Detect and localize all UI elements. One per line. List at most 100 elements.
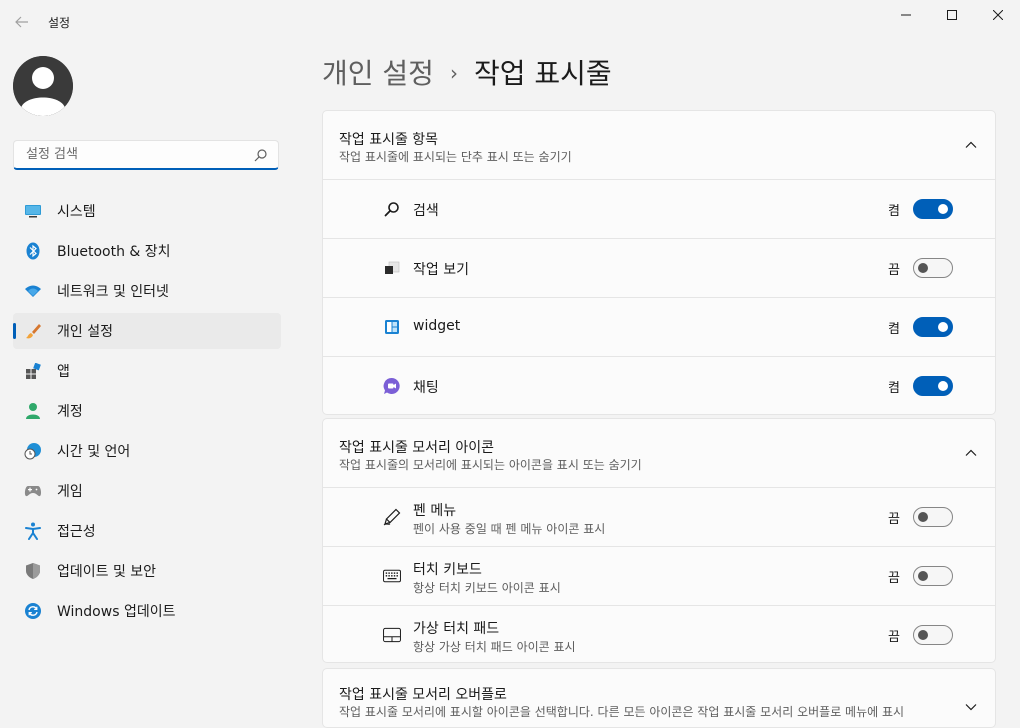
toggle-knob <box>918 512 928 522</box>
sidebar-item-accounts[interactable]: 계정 <box>13 393 281 429</box>
widgets-toggle[interactable] <box>913 317 953 337</box>
row-label: 검색 <box>413 203 439 219</box>
row-label: 채팅 <box>413 380 439 396</box>
sidebar-item-accessibility[interactable]: 접근성 <box>13 513 281 549</box>
corner-icon-virtual-touchpad: 가상 터치 패드 항상 가상 터치 패드 아이콘 표시 끔 <box>323 606 995 662</box>
sidebar-item-label: 업데이트 및 보안 <box>57 564 157 580</box>
pen-icon <box>383 508 401 526</box>
row-label: widget <box>413 318 461 334</box>
close-icon <box>993 10 1003 20</box>
breadcrumb-separator: › <box>449 61 458 85</box>
sidebar-item-windows-update[interactable]: Windows 업데이트 <box>13 593 281 629</box>
chevron-up-icon[interactable] <box>965 447 977 459</box>
search-input[interactable] <box>24 146 248 163</box>
sidebar-item-network[interactable]: 네트워크 및 인터넷 <box>13 273 281 309</box>
search-icon <box>383 200 401 218</box>
section-subtitle: 작업 표시줄에 표시되는 단추 표시 또는 숨기기 <box>339 150 572 164</box>
row-label: 펜 메뉴 <box>413 503 457 519</box>
chevron-up-icon[interactable] <box>965 139 977 151</box>
corner-icon-touch-keyboard: 터치 키보드 항상 터치 키보드 아이콘 표시 끔 <box>323 547 995 606</box>
sidebar-item-apps[interactable]: 앱 <box>13 353 281 389</box>
virtual-touchpad-toggle[interactable] <box>913 625 953 645</box>
sidebar-item-label: 개인 설정 <box>57 324 113 340</box>
person-icon <box>24 402 42 420</box>
corner-icons-section: 작업 표시줄 모서리 아이콘 작업 표시줄의 모서리에 표시되는 아이콘을 표시… <box>322 418 996 663</box>
taskbar-item-chat: 채팅 켬 <box>323 357 995 414</box>
row-description: 펜이 사용 중일 때 펜 메뉴 아이콘 표시 <box>413 522 606 536</box>
minimize-button[interactable] <box>883 0 929 30</box>
shield-icon <box>24 562 42 580</box>
apps-icon <box>24 362 42 380</box>
keyboard-icon <box>383 567 401 585</box>
sidebar-item-update-security[interactable]: 업데이트 및 보안 <box>13 553 281 589</box>
sidebar-item-label: 네트워크 및 인터넷 <box>57 284 169 300</box>
sidebar-item-time-language[interactable]: 시간 및 언어 <box>13 433 281 469</box>
app-title: 설정 <box>48 16 71 30</box>
sidebar-item-system[interactable]: 시스템 <box>13 193 281 229</box>
arrow-left-icon <box>15 16 28 28</box>
breadcrumb: 개인 설정 › 작업 표시줄 <box>322 52 612 92</box>
avatar[interactable] <box>13 56 73 116</box>
section-title: 작업 표시줄 모서리 오버플로 <box>339 687 507 703</box>
touch-keyboard-toggle[interactable] <box>913 566 953 586</box>
section-header[interactable]: 작업 표시줄 항목 작업 표시줄에 표시되는 단추 표시 또는 숨기기 <box>323 111 995 180</box>
chat-toggle[interactable] <box>913 376 953 396</box>
task-view-toggle[interactable] <box>913 258 953 278</box>
section-header[interactable]: 작업 표시줄 모서리 오버플로 작업 표시줄 모서리에 표시할 아이콘을 선택합… <box>323 669 995 727</box>
toggle-state-text: 켬 <box>888 204 900 219</box>
section-header[interactable]: 작업 표시줄 모서리 아이콘 작업 표시줄의 모서리에 표시되는 아이콘을 표시… <box>323 419 995 488</box>
pen-menu-toggle[interactable] <box>913 507 953 527</box>
search-icon[interactable] <box>254 148 268 162</box>
taskbar-item-widgets: widget 켬 <box>323 298 995 357</box>
toggle-knob <box>918 263 928 273</box>
clock-globe-icon <box>24 442 42 460</box>
title-bar: 설정 <box>0 0 1020 44</box>
row-description: 항상 터치 키보드 아이콘 표시 <box>413 581 561 595</box>
user-placeholder-icon <box>13 56 73 116</box>
monitor-icon <box>24 202 42 220</box>
section-title: 작업 표시줄 항목 <box>339 132 439 148</box>
toggle-state-text: 끔 <box>888 263 900 278</box>
corner-icon-pen-menu: 펜 메뉴 펜이 사용 중일 때 펜 메뉴 아이콘 표시 끔 <box>323 488 995 547</box>
sidebar-item-personalization[interactable]: 개인 설정 <box>13 313 281 349</box>
minimize-icon <box>901 14 911 16</box>
toggle-state-text: 끔 <box>888 512 900 527</box>
sidebar-item-label: 게임 <box>57 484 83 500</box>
section-subtitle: 작업 표시줄의 모서리에 표시되는 아이콘을 표시 또는 숨기기 <box>339 458 642 472</box>
sidebar-item-bluetooth[interactable]: Bluetooth & 장치 <box>13 233 281 269</box>
back-button[interactable] <box>8 8 36 36</box>
page-title: 작업 표시줄 <box>473 57 612 90</box>
sync-icon <box>24 602 42 620</box>
toggle-state-text: 끔 <box>888 630 900 645</box>
section-subtitle: 작업 표시줄 모서리에 표시할 아이콘을 선택합니다. 다른 모든 아이콘은 작… <box>339 705 905 719</box>
gamepad-icon <box>24 482 42 500</box>
sidebar-nav: 시스템 Bluetooth & 장치 네트워크 및 인터넷 개인 설정 앱 계정 <box>13 193 281 633</box>
chevron-down-icon[interactable] <box>965 701 977 713</box>
toggle-state-text: 끔 <box>888 571 900 586</box>
sidebar-item-label: 계정 <box>57 404 83 420</box>
toggle-knob <box>938 204 948 214</box>
sidebar-item-label: 시스템 <box>57 204 96 220</box>
settings-search[interactable] <box>13 140 279 170</box>
widgets-icon <box>383 318 401 336</box>
close-button[interactable] <box>975 0 1020 30</box>
search-toggle[interactable] <box>913 199 953 219</box>
toggle-knob <box>938 322 948 332</box>
sidebar-item-gaming[interactable]: 게임 <box>13 473 281 509</box>
brush-icon <box>24 322 42 340</box>
section-title: 작업 표시줄 모서리 아이콘 <box>339 440 495 456</box>
accessibility-icon <box>24 522 42 540</box>
taskbar-item-task-view: 작업 보기 끔 <box>323 239 995 298</box>
row-label: 작업 보기 <box>413 262 469 278</box>
row-description: 항상 가상 터치 패드 아이콘 표시 <box>413 640 576 654</box>
touchpad-icon <box>383 626 401 644</box>
breadcrumb-parent[interactable]: 개인 설정 <box>322 57 434 90</box>
row-label: 가상 터치 패드 <box>413 621 500 637</box>
maximize-button[interactable] <box>929 0 975 30</box>
toggle-knob <box>918 630 928 640</box>
toggle-state-text: 켬 <box>888 381 900 396</box>
corner-overflow-section: 작업 표시줄 모서리 오버플로 작업 표시줄 모서리에 표시할 아이콘을 선택합… <box>322 668 996 728</box>
toggle-knob <box>938 381 948 391</box>
wifi-icon <box>24 282 42 300</box>
toggle-knob <box>918 571 928 581</box>
